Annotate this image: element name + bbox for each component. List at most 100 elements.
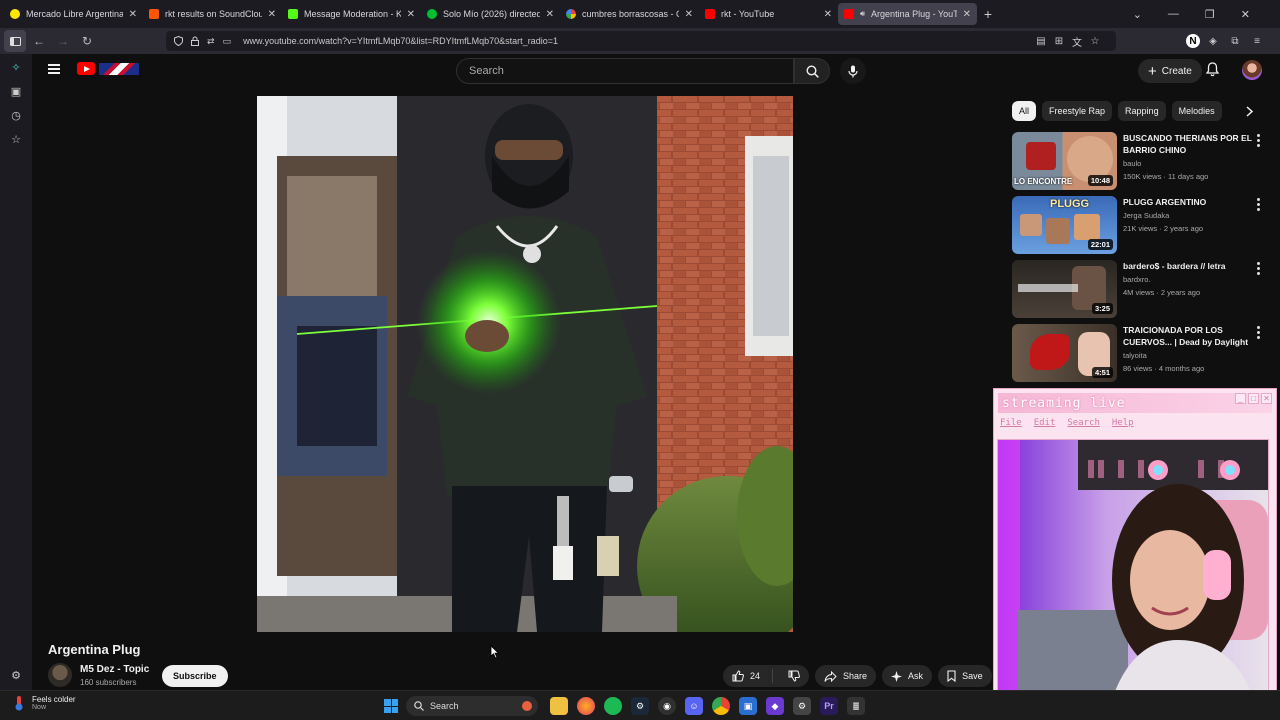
menu-hamburger-icon[interactable] xyxy=(48,64,60,74)
dislike-button[interactable] xyxy=(779,670,809,682)
terminal-icon[interactable]: ≣ xyxy=(847,697,865,715)
discord-icon[interactable]: ☺ xyxy=(685,697,703,715)
ask-button[interactable]: Ask xyxy=(882,665,933,687)
close-tab-icon[interactable]: ✕ xyxy=(407,9,415,20)
recommendation-item[interactable]: 4:51 TRAICIONADA POR LOS CUERVOS... | De… xyxy=(1012,324,1272,382)
chip-melodies[interactable]: Melodies xyxy=(1171,101,1222,121)
close-icon[interactable]: ✕ xyxy=(1261,393,1272,404)
browser-tab[interactable]: Message Moderation - Kick ✕ xyxy=(282,0,421,28)
browser-tab[interactable]: rkt results on SoundCloud ✕ xyxy=(143,0,282,28)
account-avatar[interactable] xyxy=(1242,60,1262,80)
create-button[interactable]: + Create xyxy=(1138,59,1202,83)
recommendation-title[interactable]: bardero$ - bardera // letra xyxy=(1123,260,1259,272)
channel-name[interactable]: M5 Dez - Topic xyxy=(80,664,149,675)
menu-edit[interactable]: Edit xyxy=(1034,418,1056,428)
browser-tab[interactable]: Mercado Libre Argentina - Envi ✕ xyxy=(4,0,143,28)
close-tab-icon[interactable]: ✕ xyxy=(546,9,554,20)
bookmark-star-icon[interactable]: ☆ xyxy=(1088,34,1102,48)
menu-help[interactable]: Help xyxy=(1112,418,1134,428)
recommendation-channel[interactable]: bardxro. xyxy=(1123,275,1151,284)
steam-icon[interactable]: ⚙ xyxy=(631,697,649,715)
recommendation-title[interactable]: TRAICIONADA POR LOS CUERVOS... | Dead by… xyxy=(1123,324,1259,348)
recommendation-title[interactable]: BUSCANDO THERIANS POR EL BARRIO CHINO xyxy=(1123,132,1259,156)
voice-search-button[interactable] xyxy=(840,58,866,84)
search-input[interactable]: Search xyxy=(456,58,794,84)
recommendation-channel[interactable]: talyoita xyxy=(1123,351,1147,360)
close-tab-icon[interactable]: ✕ xyxy=(685,9,693,20)
history-clock-icon[interactable]: ◷ xyxy=(9,108,23,122)
browser-tab[interactable]: Solo Mío (2026) directed by Da ✕ xyxy=(421,0,560,28)
recommendation-title[interactable]: PLUGG ARGENTINO xyxy=(1123,196,1259,208)
app-menu-icon[interactable]: ≡ xyxy=(1250,34,1264,48)
like-count[interactable]: 24 xyxy=(750,671,760,681)
menu-search[interactable]: Search xyxy=(1067,418,1100,428)
app-window-icon[interactable]: ▣ xyxy=(739,697,757,715)
recommendation-channel[interactable]: baulo xyxy=(1123,159,1141,168)
more-options-icon[interactable] xyxy=(1257,326,1260,339)
spotify-icon[interactable] xyxy=(604,697,622,715)
close-tab-icon[interactable]: ✕ xyxy=(268,9,276,20)
chips-next-arrow-icon[interactable] xyxy=(1240,102,1258,120)
vpn-extension-icon[interactable]: ◈ xyxy=(1206,34,1220,48)
address-bar[interactable]: ⇄ ▭ www.youtube.com/watch?v=YItmfLMqb70&… xyxy=(166,31,1116,51)
share-button[interactable]: Share xyxy=(815,665,877,687)
settings-gear-icon[interactable]: ⚙ xyxy=(9,668,23,682)
close-tab-icon[interactable]: ✕ xyxy=(963,9,971,20)
sidebar-toggle-icon[interactable] xyxy=(4,30,26,52)
minimize-icon[interactable]: — xyxy=(1168,8,1179,20)
chrome-icon[interactable] xyxy=(712,697,730,715)
minimize-icon[interactable]: _ xyxy=(1235,393,1246,404)
obs-icon[interactable]: ◉ xyxy=(658,697,676,715)
shield-app-icon[interactable]: ◆ xyxy=(766,697,784,715)
video-thumbnail[interactable]: 4:51 xyxy=(1012,324,1117,382)
chip-freestyle-rap[interactable]: Freestyle Rap xyxy=(1042,101,1113,121)
premiere-icon[interactable]: Pr xyxy=(820,697,838,715)
youtube-logo[interactable] xyxy=(77,62,139,75)
file-explorer-icon[interactable] xyxy=(550,697,568,715)
chip-rapping[interactable]: Rapping xyxy=(1118,101,1166,121)
close-tab-icon[interactable]: ✕ xyxy=(129,9,137,20)
lock-icon[interactable] xyxy=(191,36,199,46)
thumbs-up-icon[interactable] xyxy=(732,670,744,682)
speaker-icon[interactable]: 🔊︎ xyxy=(860,9,865,19)
subscribe-button[interactable]: Subscribe xyxy=(162,665,228,687)
recommendation-item[interactable]: 3:25 bardero$ - bardera // letra bardxro… xyxy=(1012,260,1272,318)
close-window-icon[interactable]: ✕ xyxy=(1241,8,1250,21)
video-thumbnail[interactable]: 3:25 xyxy=(1012,260,1117,318)
maximize-icon[interactable]: □ xyxy=(1248,393,1259,404)
firefox-icon[interactable] xyxy=(577,697,595,715)
menu-file[interactable]: File xyxy=(1000,418,1022,428)
video-thumbnail[interactable]: PLUGG 22:01 xyxy=(1012,196,1117,254)
windows-start-icon[interactable] xyxy=(384,699,398,713)
close-tab-icon[interactable]: ✕ xyxy=(824,9,832,20)
search-button[interactable] xyxy=(794,58,830,84)
more-options-icon[interactable] xyxy=(1257,262,1260,275)
chip-all[interactable]: All xyxy=(1012,101,1037,121)
reload-icon[interactable]: ↻ xyxy=(76,30,98,52)
back-arrow-icon[interactable]: ← xyxy=(28,30,50,52)
camera-off-icon[interactable]: ▭ xyxy=(223,36,232,47)
channel-avatar[interactable] xyxy=(48,663,72,687)
ai-sparkle-icon[interactable]: ✧ xyxy=(9,60,23,74)
video-thumbnail[interactable]: LO ENCONTRE 10:48 xyxy=(1012,132,1117,190)
restore-icon[interactable]: ❐ xyxy=(1205,8,1215,21)
tab-list-chevron-icon[interactable]: ⌄ xyxy=(1133,8,1142,21)
weather-widget[interactable]: Feels colder Now xyxy=(12,695,76,711)
browser-tab[interactable]: cumbres borrascosas - Google ✕ xyxy=(560,0,699,28)
recommendation-item[interactable]: LO ENCONTRE 10:48 BUSCANDO THERIANS POR … xyxy=(1012,132,1272,190)
browser-tab-active[interactable]: 🔊︎ Argentina Plug - YouTube ✕ xyxy=(838,3,977,25)
reader-view-icon[interactable]: ▤ xyxy=(1034,34,1048,48)
new-tab-button[interactable]: + xyxy=(977,6,999,22)
bookmarks-star-icon[interactable]: ☆ xyxy=(9,132,23,146)
settings-app-icon[interactable]: ⚙ xyxy=(793,697,811,715)
permissions-icon[interactable]: ⇄ xyxy=(207,36,215,47)
notifications-bell-icon[interactable] xyxy=(1206,62,1219,77)
more-options-icon[interactable] xyxy=(1257,134,1260,147)
synced-tabs-icon[interactable]: ▣ xyxy=(9,84,23,98)
browser-tab[interactable]: rkt - YouTube ✕ xyxy=(699,0,838,28)
taskbar-search[interactable]: Search xyxy=(406,696,538,716)
recommendation-item[interactable]: PLUGG 22:01 PLUGG ARGENTINO Jerga Sudaka… xyxy=(1012,196,1272,254)
forward-arrow-icon[interactable]: → xyxy=(52,30,74,52)
save-button[interactable]: Save xyxy=(938,665,992,687)
video-player[interactable] xyxy=(257,96,793,632)
